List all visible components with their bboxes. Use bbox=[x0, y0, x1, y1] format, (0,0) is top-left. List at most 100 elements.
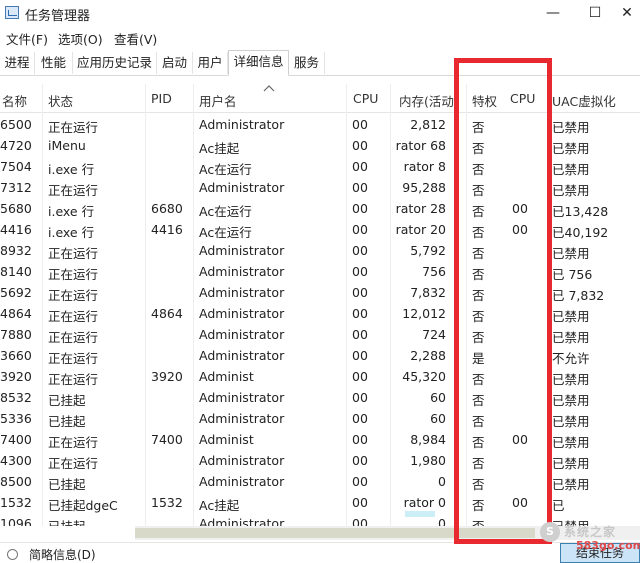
uac-cell: 已禁用 bbox=[552, 435, 590, 450]
username-cell: Administrator bbox=[199, 180, 285, 195]
cpu-cell: 00 bbox=[352, 327, 368, 342]
menu-options[interactable]: 选项(O) bbox=[58, 29, 103, 48]
memory-cell: 756 bbox=[422, 264, 446, 279]
cpu-cell: 00 bbox=[352, 138, 368, 153]
username-cell: Administrator bbox=[199, 411, 285, 426]
maximize-button[interactable]: ☐ bbox=[582, 3, 608, 23]
fewer-details-label[interactable]: 简略信息(D) bbox=[29, 546, 96, 563]
username-cell: Administrator bbox=[199, 348, 285, 363]
watermark-logo: S bbox=[540, 522, 560, 542]
status-cell: i.exe 行 bbox=[48, 162, 95, 177]
username-cell: Administrator bbox=[199, 285, 285, 300]
pid-suffix: 1532 bbox=[0, 495, 32, 510]
memory-cell: 45,320 bbox=[402, 369, 446, 384]
memory-cell: rator 20 bbox=[395, 222, 446, 237]
column-header-cpu[interactable]: CPU bbox=[353, 91, 378, 106]
selection-marker bbox=[405, 511, 435, 517]
column-header-memory[interactable]: 内存(活动 bbox=[399, 91, 454, 110]
uac-cell: 已禁用 bbox=[552, 477, 590, 492]
username-cell: Administrator bbox=[199, 327, 285, 342]
status-cell: 正在运行 bbox=[48, 456, 99, 471]
tab-services[interactable]: 服务 bbox=[289, 52, 325, 74]
watermark-title: 系统之家 bbox=[564, 525, 617, 539]
memory-cell: rator 0 bbox=[403, 495, 446, 510]
tab-startup[interactable]: 启动 bbox=[157, 52, 193, 74]
memory-cell: 2,812 bbox=[410, 117, 446, 132]
username-cell: Administ bbox=[199, 432, 254, 447]
username-cell: Ac在运行 bbox=[199, 162, 252, 177]
pid-suffix: 3660 bbox=[0, 348, 32, 363]
uac-cell: 已禁用 bbox=[552, 330, 590, 345]
pid-cell: 6680 bbox=[151, 201, 183, 216]
memory-cell: 2,288 bbox=[410, 348, 446, 363]
uac-cell: 已13,428 bbox=[552, 204, 609, 219]
cpu-cell: 00 bbox=[352, 474, 368, 489]
cpu-cell: 00 bbox=[352, 264, 368, 279]
cpu-cell: 00 bbox=[352, 495, 368, 510]
status-cell: i.exe 行 bbox=[48, 225, 95, 240]
menu-file[interactable]: 文件(F) bbox=[6, 29, 48, 48]
uac-cell: 已禁用 bbox=[552, 141, 590, 156]
column-header-uac[interactable]: UAC虚拟化 bbox=[552, 91, 616, 110]
username-cell: Ac挂起 bbox=[199, 141, 240, 156]
uac-cell: 已 bbox=[552, 498, 565, 513]
username-cell: Administrator bbox=[199, 264, 285, 279]
pid-cell: 1532 bbox=[151, 495, 183, 510]
tab-processes[interactable]: 进程 bbox=[0, 52, 35, 74]
cpu-cell: 00 bbox=[352, 369, 368, 384]
memory-cell: 12,012 bbox=[402, 306, 446, 321]
memory-cell: 0 bbox=[438, 474, 446, 489]
username-cell: Administrator bbox=[199, 474, 285, 489]
fewer-details-radio[interactable] bbox=[7, 549, 18, 560]
column-header-pid[interactable]: PID bbox=[151, 91, 172, 106]
watermark-url: 583go.com bbox=[576, 539, 640, 552]
username-cell: Administrator bbox=[199, 390, 285, 405]
username-cell: Ac在运行 bbox=[199, 225, 252, 240]
pid-suffix: 8532 bbox=[0, 390, 32, 405]
status-cell: 正在运行 bbox=[48, 309, 99, 324]
cpu-cell: 00 bbox=[352, 222, 368, 237]
title-bar: 任务管理器 — ☐ ✕ bbox=[0, 0, 640, 26]
pid-suffix: 4720 bbox=[0, 138, 32, 153]
pid-cell: 4864 bbox=[151, 306, 183, 321]
pid-suffix: 7312 bbox=[0, 180, 32, 195]
uac-cell: 已禁用 bbox=[552, 393, 590, 408]
pid-suffix: 7400 bbox=[0, 432, 32, 447]
column-header-name[interactable]: 名称 bbox=[2, 91, 27, 110]
sort-up-icon bbox=[263, 85, 275, 92]
tab-performance[interactable]: 性能 bbox=[35, 52, 73, 74]
menu-view[interactable]: 查看(V) bbox=[114, 29, 157, 48]
cpu-cell: 00 bbox=[352, 243, 368, 258]
pid-suffix: 8932 bbox=[0, 243, 32, 258]
cpu-cell: 00 bbox=[352, 285, 368, 300]
memory-cell: 5,792 bbox=[410, 243, 446, 258]
username-cell: Administ bbox=[199, 369, 254, 384]
cpu-cell: 00 bbox=[352, 348, 368, 363]
status-cell: 正在运行 bbox=[48, 435, 99, 450]
uac-cell: 已禁用 bbox=[552, 162, 590, 177]
status-cell: 正在运行 bbox=[48, 330, 99, 345]
status-cell: 已挂起 bbox=[48, 414, 86, 429]
pid-suffix: 3920 bbox=[0, 369, 32, 384]
pid-suffix: 5680 bbox=[0, 201, 32, 216]
status-cell: 已挂起 bbox=[48, 393, 86, 408]
pid-suffix: 8500 bbox=[0, 474, 32, 489]
tab-details[interactable]: 详细信息 bbox=[228, 50, 289, 76]
status-cell: 正在运行 bbox=[48, 246, 99, 261]
pid-cell: 7400 bbox=[151, 432, 183, 447]
column-header-username[interactable]: 用户名 bbox=[199, 91, 237, 110]
close-button[interactable]: ✕ bbox=[614, 3, 640, 23]
cpu-cell: 00 bbox=[352, 411, 368, 426]
status-cell: 已挂起 bbox=[48, 516, 143, 526]
column-header-status[interactable]: 状态 bbox=[48, 91, 73, 110]
status-cell: i.exe 行 bbox=[48, 204, 95, 219]
username-cell: Administrator bbox=[199, 306, 285, 321]
tab-app-history[interactable]: 应用历史记录 bbox=[73, 52, 157, 74]
tab-users[interactable]: 用户 bbox=[193, 52, 228, 74]
minimize-button[interactable]: — bbox=[540, 3, 566, 23]
memory-cell: 0 bbox=[438, 516, 446, 526]
pid-suffix: 4300 bbox=[0, 453, 32, 468]
uac-cell: 已禁用 bbox=[552, 372, 590, 387]
pid-cell: 3920 bbox=[151, 369, 183, 384]
cpu-cell: 00 bbox=[352, 432, 368, 447]
